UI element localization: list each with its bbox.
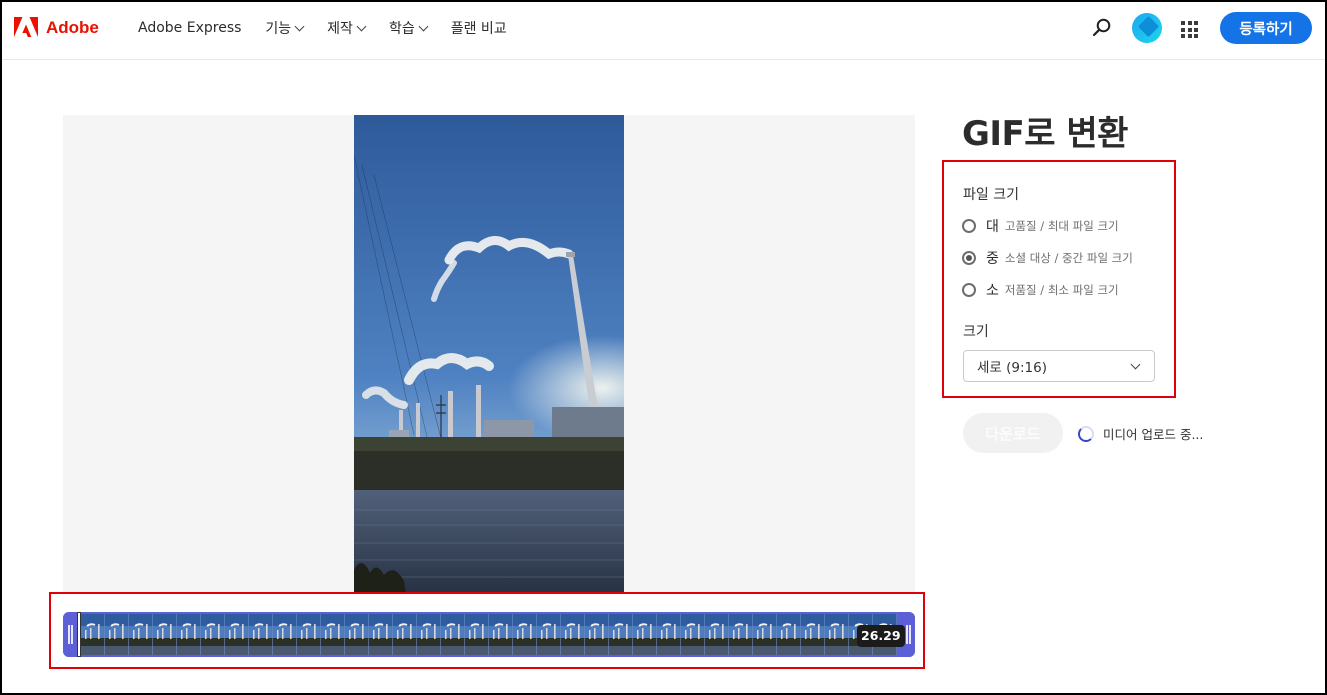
chevron-down-icon bbox=[356, 21, 367, 31]
option-main-label: 대 bbox=[986, 219, 999, 235]
adobe-logo-text: Adobe bbox=[46, 18, 99, 37]
avatar[interactable] bbox=[1132, 13, 1162, 43]
timeline-thumbnail bbox=[417, 614, 441, 655]
download-button[interactable]: 다운로드 bbox=[963, 413, 1063, 453]
timeline-thumbnail bbox=[201, 614, 225, 655]
radio-button[interactable] bbox=[962, 283, 976, 297]
timeline-thumbnail bbox=[585, 614, 609, 655]
option-large[interactable]: 대 고품질 / 최대 파일 크기 bbox=[962, 216, 1119, 236]
timeline-thumbnail bbox=[513, 614, 537, 655]
timeline-thumbnail bbox=[81, 614, 105, 655]
nav-label: 학습 bbox=[388, 21, 415, 37]
nav-label: 플랜 비교 bbox=[450, 21, 507, 37]
upload-status-text: 미디어 업로드 중... bbox=[1103, 427, 1204, 442]
adobe-logo[interactable]: Adobe bbox=[14, 17, 99, 39]
timeline-thumbnails[interactable] bbox=[81, 614, 897, 655]
adobe-logo-icon bbox=[14, 17, 38, 37]
timeline-thumbnail bbox=[561, 614, 585, 655]
size-select[interactable]: 세로 (9:16) bbox=[963, 350, 1155, 382]
timeline-thumbnail bbox=[465, 614, 489, 655]
timeline-thumbnail bbox=[441, 614, 465, 655]
option-medium[interactable]: 중 소셜 대상 / 중간 파일 크기 bbox=[962, 248, 1133, 268]
option-small[interactable]: 소 저품질 / 최소 파일 크기 bbox=[962, 280, 1119, 300]
radio-button-checked[interactable] bbox=[962, 251, 976, 265]
nav-label: 제작 bbox=[327, 21, 353, 37]
trim-start-handle[interactable] bbox=[63, 612, 77, 657]
timeline-thumbnail bbox=[705, 614, 729, 655]
chevron-down-icon bbox=[418, 21, 429, 31]
timeline-thumbnail bbox=[225, 614, 249, 655]
timeline-thumbnail bbox=[105, 614, 129, 655]
timeline-thumbnail bbox=[321, 614, 345, 655]
timeline-thumbnail bbox=[633, 614, 657, 655]
timeline-thumbnail bbox=[825, 614, 849, 655]
timeline-thumbnail bbox=[729, 614, 753, 655]
app-grid-icon[interactable] bbox=[1181, 21, 1198, 38]
top-header: Adobe Adobe Express 기능 제작 학습 플랜 비교 등록하기 bbox=[2, 2, 1325, 60]
nav-label: 기능 bbox=[265, 21, 292, 37]
signup-button[interactable]: 등록하기 bbox=[1220, 12, 1312, 44]
timeline-thumbnail bbox=[657, 614, 681, 655]
nav-create[interactable]: 제작 bbox=[327, 18, 367, 38]
timeline-thumbnail bbox=[369, 614, 393, 655]
nav-compare-plans[interactable]: 플랜 비교 bbox=[451, 18, 507, 38]
timeline-thumbnail bbox=[393, 614, 417, 655]
option-sub-label: 소셜 대상 / 중간 파일 크기 bbox=[1004, 251, 1133, 265]
main-nav: Adobe Express 기능 제작 학습 플랜 비교 bbox=[138, 18, 507, 38]
upload-status: 미디어 업로드 중... bbox=[1078, 424, 1203, 443]
option-sub-label: 저품질 / 최소 파일 크기 bbox=[1004, 283, 1119, 297]
duration-label: 26.29 bbox=[857, 625, 905, 647]
timeline-thumbnail bbox=[801, 614, 825, 655]
size-label: 크기 bbox=[963, 324, 989, 340]
chevron-down-icon bbox=[1130, 359, 1141, 370]
timeline-thumbnail bbox=[249, 614, 273, 655]
timeline-thumbnail bbox=[681, 614, 705, 655]
timeline-thumbnail bbox=[753, 614, 777, 655]
video-preview-area bbox=[63, 115, 915, 593]
search-icon[interactable] bbox=[1092, 18, 1112, 38]
size-select-value: 세로 (9:16) bbox=[977, 360, 1047, 376]
timeline-thumbnail bbox=[345, 614, 369, 655]
nav-label: Adobe Express bbox=[138, 20, 242, 36]
timeline-thumbnail bbox=[609, 614, 633, 655]
nav-adobe-express[interactable]: Adobe Express bbox=[138, 18, 241, 38]
playhead-marker[interactable] bbox=[77, 612, 81, 657]
page-title: GIF로 변환 bbox=[962, 114, 1128, 154]
option-main-label: 소 bbox=[986, 283, 999, 299]
timeline-thumbnail bbox=[177, 614, 201, 655]
timeline-thumbnail bbox=[129, 614, 153, 655]
timeline-thumbnail bbox=[297, 614, 321, 655]
video-preview-image bbox=[354, 115, 624, 593]
chevron-down-icon bbox=[294, 21, 305, 31]
timeline-thumbnail bbox=[489, 614, 513, 655]
timeline-thumbnail bbox=[153, 614, 177, 655]
timeline-thumbnail bbox=[777, 614, 801, 655]
timeline-thumbnail bbox=[273, 614, 297, 655]
file-size-label: 파일 크기 bbox=[963, 187, 1019, 203]
option-main-label: 중 bbox=[986, 251, 999, 267]
nav-learn[interactable]: 학습 bbox=[388, 18, 429, 38]
loading-spinner-icon bbox=[1078, 425, 1094, 442]
nav-features[interactable]: 기능 bbox=[265, 18, 305, 38]
radio-button[interactable] bbox=[962, 219, 976, 233]
option-sub-label: 고품질 / 최대 파일 크기 bbox=[1004, 219, 1119, 233]
timeline-thumbnail bbox=[537, 614, 561, 655]
